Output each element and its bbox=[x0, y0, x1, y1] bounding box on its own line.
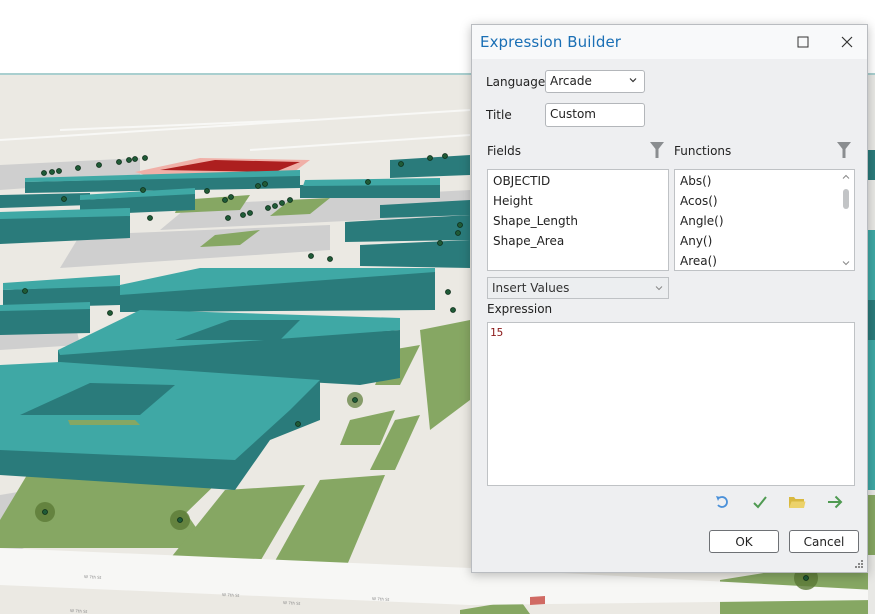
run-arrow-icon bbox=[828, 495, 843, 509]
language-value: Arcade bbox=[550, 74, 592, 88]
list-item[interactable]: Area() bbox=[680, 254, 717, 268]
verify-button[interactable] bbox=[750, 492, 770, 512]
functions-list[interactable]: Abs() Acos() Angle() Any() Area() bbox=[674, 169, 855, 271]
street-label: W 7th St bbox=[84, 574, 102, 580]
expression-label: Expression bbox=[487, 302, 553, 316]
undo-icon bbox=[716, 496, 728, 508]
title-label: Title bbox=[486, 108, 512, 122]
chevron-up-icon[interactable] bbox=[841, 172, 851, 182]
expression-editor[interactable]: 15 bbox=[487, 322, 855, 486]
verify-check-icon bbox=[753, 496, 767, 509]
ok-button[interactable]: OK bbox=[709, 530, 779, 553]
close-icon bbox=[841, 36, 853, 48]
list-item[interactable]: Angle() bbox=[680, 214, 724, 228]
maximize-button[interactable] bbox=[790, 30, 816, 54]
street-label: W 7th St bbox=[372, 596, 390, 602]
language-label: Language bbox=[486, 75, 546, 89]
fields-list[interactable]: OBJECTID Height Shape_Length Shape_Area bbox=[487, 169, 669, 271]
undo-button[interactable] bbox=[712, 492, 732, 512]
street-label: W 7th St bbox=[222, 592, 240, 598]
close-button[interactable] bbox=[834, 30, 860, 54]
expression-builder-dialog: Expression Builder Language Arcade Title… bbox=[471, 24, 868, 573]
chevron-down-icon bbox=[655, 286, 663, 291]
dialog-title: Expression Builder bbox=[480, 33, 622, 51]
list-item[interactable]: OBJECTID bbox=[493, 174, 550, 188]
chevron-down-icon[interactable] bbox=[841, 258, 851, 268]
red-marker bbox=[530, 596, 545, 605]
run-button[interactable] bbox=[825, 492, 845, 512]
dialog-titlebar[interactable]: Expression Builder bbox=[472, 25, 867, 59]
insert-values-dropdown[interactable]: Insert Values bbox=[487, 277, 669, 299]
functions-label: Functions bbox=[674, 144, 732, 158]
street-label: W 7th St bbox=[70, 608, 88, 614]
list-item[interactable]: Shape_Area bbox=[493, 234, 564, 248]
street-label: W 7th St bbox=[283, 600, 301, 606]
title-input[interactable]: Custom bbox=[545, 103, 645, 127]
chevron-down-icon bbox=[629, 78, 637, 83]
functions-scrollbar[interactable] bbox=[838, 170, 854, 270]
open-folder-icon bbox=[789, 497, 806, 508]
title-input-value: Custom bbox=[550, 107, 596, 121]
maximize-icon bbox=[797, 36, 809, 48]
fields-label: Fields bbox=[487, 144, 521, 158]
list-item[interactable]: Acos() bbox=[680, 194, 718, 208]
map-right-strip bbox=[868, 75, 875, 614]
filter-icon[interactable] bbox=[836, 141, 852, 159]
list-item[interactable]: Any() bbox=[680, 234, 712, 248]
resize-grip-icon[interactable] bbox=[854, 559, 864, 569]
insert-values-label: Insert Values bbox=[492, 281, 570, 295]
list-item[interactable]: Height bbox=[493, 194, 533, 208]
language-dropdown[interactable]: Arcade bbox=[545, 70, 645, 93]
open-button[interactable] bbox=[787, 492, 807, 512]
list-item[interactable]: Shape_Length bbox=[493, 214, 578, 228]
list-item[interactable]: Abs() bbox=[680, 174, 711, 188]
filter-icon[interactable] bbox=[649, 141, 665, 159]
scrollbar-thumb[interactable] bbox=[843, 189, 849, 209]
expression-text[interactable]: 15 bbox=[490, 326, 503, 339]
cancel-button[interactable]: Cancel bbox=[789, 530, 859, 553]
